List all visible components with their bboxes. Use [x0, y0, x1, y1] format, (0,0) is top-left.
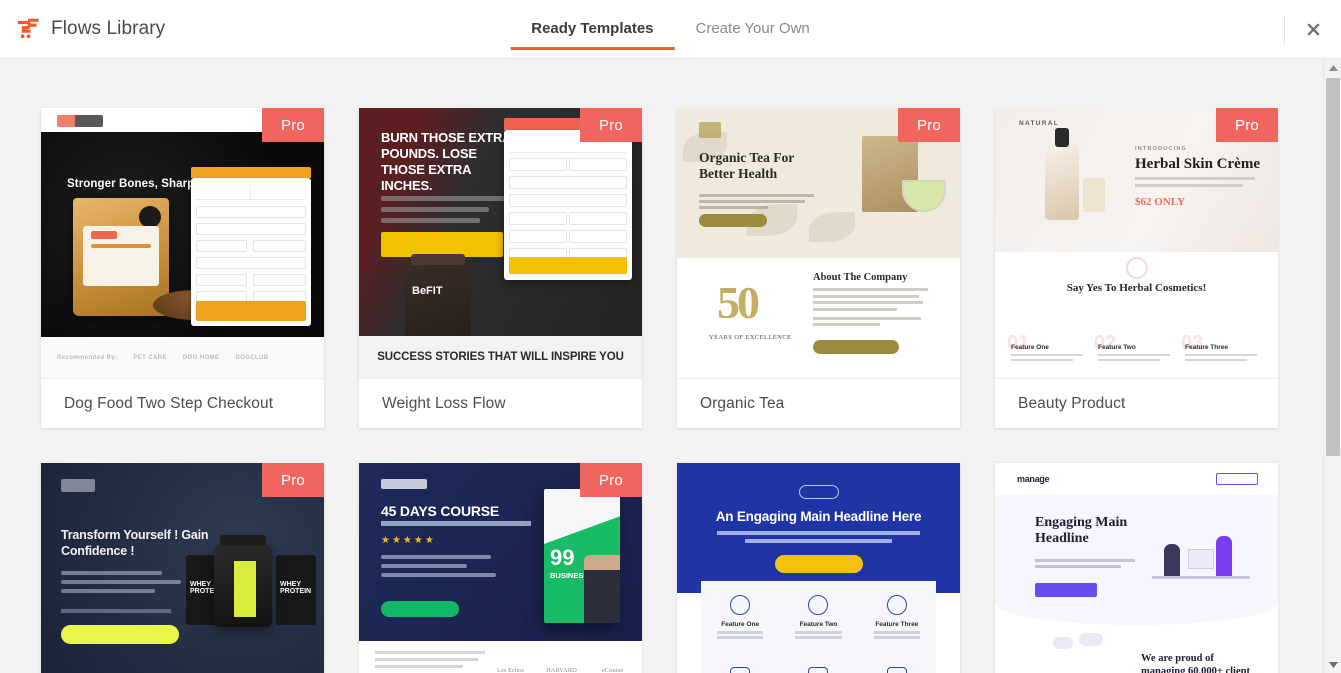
pro-badge: Pro — [262, 463, 324, 497]
art-footer-logo: PET CARE — [133, 354, 167, 361]
flows-library-modal: Flows Library Ready Templates Create You… — [0, 0, 1341, 673]
dna-icon — [730, 667, 751, 673]
template-card-footer: Beauty Product — [995, 378, 1278, 428]
thumbnail-art-weight-loss: BURN THOSE EXTRA POUNDS. LOSE THOSE EXTR… — [359, 108, 642, 378]
template-title: Beauty Product — [1018, 394, 1126, 412]
art-section-title: We are proud of managing 60,000+ client … — [1141, 653, 1250, 673]
template-thumbnail: Stronger Bones, Sharper Teeth! Recommend… — [41, 108, 324, 378]
art-headline: An Engaging Main Headline Here — [715, 509, 922, 524]
art-footer-label: Recommended By: — [57, 354, 118, 361]
art-headline: 45 DAYS COURSE — [381, 503, 500, 519]
art-headline: BURN THOSE EXTRA POUNDS. LOSE THOSE EXTR… — [381, 130, 511, 193]
art-product-name: BeFIT — [412, 285, 443, 297]
art-badge-caption: YEARS OF EXCELLENCE — [709, 334, 792, 341]
art-brand: NATURAL — [1019, 120, 1060, 127]
template-thumbnail: Transform Yourself ! Gain Confidence ! W… — [41, 463, 324, 673]
art-section-title: About The Company — [813, 272, 908, 283]
pencil-icon — [886, 667, 907, 673]
art-feature-title: Feature One — [721, 621, 760, 628]
flows-cart-logo-icon — [16, 16, 42, 42]
art-section-title: Say Yes To Herbal Cosmetics! — [1066, 282, 1207, 294]
pro-badge: Pro — [1216, 108, 1278, 142]
magnifier-icon — [886, 595, 907, 615]
art-feature-title: Feature Two — [799, 621, 838, 628]
art-headline: Engaging Main Headline — [1035, 515, 1128, 547]
vertical-scrollbar[interactable] — [1323, 59, 1341, 673]
template-title: Organic Tea — [700, 394, 785, 412]
art-book-number: 99 — [550, 545, 575, 570]
templates-grid: Stronger Bones, Sharper Teeth! Recommend… — [41, 108, 1286, 673]
brand: Flows Library — [16, 16, 165, 42]
template-card[interactable]: 45 DAYS COURSE ★★★★★ 99 BUSINESS HACKS — [359, 463, 642, 673]
template-card[interactable]: An Engaging Main Headline Here Feature O… — [677, 463, 960, 673]
template-card-footer: Weight Loss Flow — [359, 378, 642, 428]
template-card[interactable]: manage Engaging Main Headline We are pro… — [995, 463, 1278, 673]
template-card[interactable]: Organic Tea For Better Health 50 YEARS O… — [677, 108, 960, 428]
art-feature-title: Feature Three — [1185, 343, 1228, 351]
pro-badge: Pro — [580, 463, 642, 497]
art-partner-logo: eCourse — [601, 667, 624, 673]
template-title: Weight Loss Flow — [382, 394, 506, 412]
template-card-footer: Dog Food Two Step Checkout — [41, 378, 324, 428]
templates-content: Stronger Bones, Sharper Teeth! Recommend… — [0, 59, 1323, 673]
art-footer-logo: DOG HOME — [182, 354, 220, 361]
art-rating-stars: ★★★★★ — [381, 535, 436, 546]
pro-badge: Pro — [898, 108, 960, 142]
template-thumbnail: manage Engaging Main Headline We are pro… — [995, 463, 1278, 673]
app-title: Flows Library — [51, 18, 166, 39]
thumbnail-art-beauty-product: NATURAL INTRODUCING Herbal Skin Crème $6… — [995, 108, 1278, 378]
thumbnail-art-organic-tea: Organic Tea For Better Health 50 YEARS O… — [677, 108, 960, 378]
clipboard-icon — [808, 667, 829, 673]
art-headline: Organic Tea For Better Health — [699, 150, 795, 182]
close-button[interactable] — [1285, 0, 1341, 59]
art-partner-logo: Les Echos — [497, 667, 524, 673]
template-card[interactable]: Transform Yourself ! Gain Confidence ! W… — [41, 463, 324, 673]
template-title: Dog Food Two Step Checkout — [64, 394, 274, 412]
art-partner-logo: HARVARD UNIVERSITY — [546, 667, 577, 673]
triangle-up-icon — [1328, 64, 1338, 71]
header-tabs: Ready Templates Create Your Own — [510, 0, 831, 59]
template-thumbnail: Organic Tea For Better Health 50 YEARS O… — [677, 108, 960, 378]
scroll-down-button[interactable] — [1324, 656, 1341, 673]
target-icon — [808, 595, 829, 615]
atom-icon — [730, 595, 751, 615]
art-feature-title: Feature Two — [1098, 343, 1136, 351]
scrollbar-thumb[interactable] — [1326, 78, 1340, 456]
thumbnail-art-dog-food: Stronger Bones, Sharper Teeth! Recommend… — [41, 108, 324, 378]
tab-create-your-own-label: Create Your Own — [695, 20, 810, 37]
pro-badge: Pro — [262, 108, 324, 142]
scroll-up-button[interactable] — [1324, 59, 1341, 76]
thumbnail-art-manage: manage Engaging Main Headline We are pro… — [995, 463, 1278, 673]
art-feature-title: Feature Three — [875, 621, 919, 628]
template-thumbnail: An Engaging Main Headline Here Feature O… — [677, 463, 960, 673]
template-card-footer: Organic Tea — [677, 378, 960, 428]
art-feature-title: Feature One — [1011, 343, 1049, 351]
art-headline: Herbal Skin Crème — [1135, 156, 1260, 172]
template-thumbnail: NATURAL INTRODUCING Herbal Skin Crème $6… — [995, 108, 1278, 378]
template-thumbnail: BURN THOSE EXTRA POUNDS. LOSE THOSE EXTR… — [359, 108, 642, 378]
tab-create-your-own[interactable]: Create Your Own — [675, 0, 831, 59]
art-kicker: INTRODUCING — [1135, 146, 1188, 152]
template-thumbnail: 45 DAYS COURSE ★★★★★ 99 BUSINESS HACKS — [359, 463, 642, 673]
template-card[interactable]: NATURAL INTRODUCING Herbal Skin Crème $6… — [995, 108, 1278, 428]
tab-ready-templates[interactable]: Ready Templates — [510, 0, 675, 59]
art-price: $62 ONLY — [1135, 195, 1186, 208]
triangle-down-icon — [1328, 661, 1338, 668]
art-footer-logo: DOGCLUB — [235, 354, 269, 361]
tab-ready-templates-label: Ready Templates — [531, 20, 654, 37]
pro-badge: Pro — [580, 108, 642, 142]
art-badge-number: 50 — [717, 277, 760, 328]
app-header: Flows Library Ready Templates Create You… — [0, 0, 1341, 59]
art-footer-label: SUCCESS STORIES THAT WILL INSPIRE YOU — [377, 351, 624, 363]
art-brand: manage — [1017, 474, 1050, 484]
close-icon — [1307, 23, 1319, 36]
header-right — [1284, 0, 1341, 59]
thumbnail-art-ecourse: An Engaging Main Headline Here Feature O… — [677, 463, 960, 673]
art-product-name: WHEY PROTEIN — [280, 581, 312, 595]
template-card[interactable]: Stronger Bones, Sharper Teeth! Recommend… — [41, 108, 324, 428]
template-card[interactable]: BURN THOSE EXTRA POUNDS. LOSE THOSE EXTR… — [359, 108, 642, 428]
